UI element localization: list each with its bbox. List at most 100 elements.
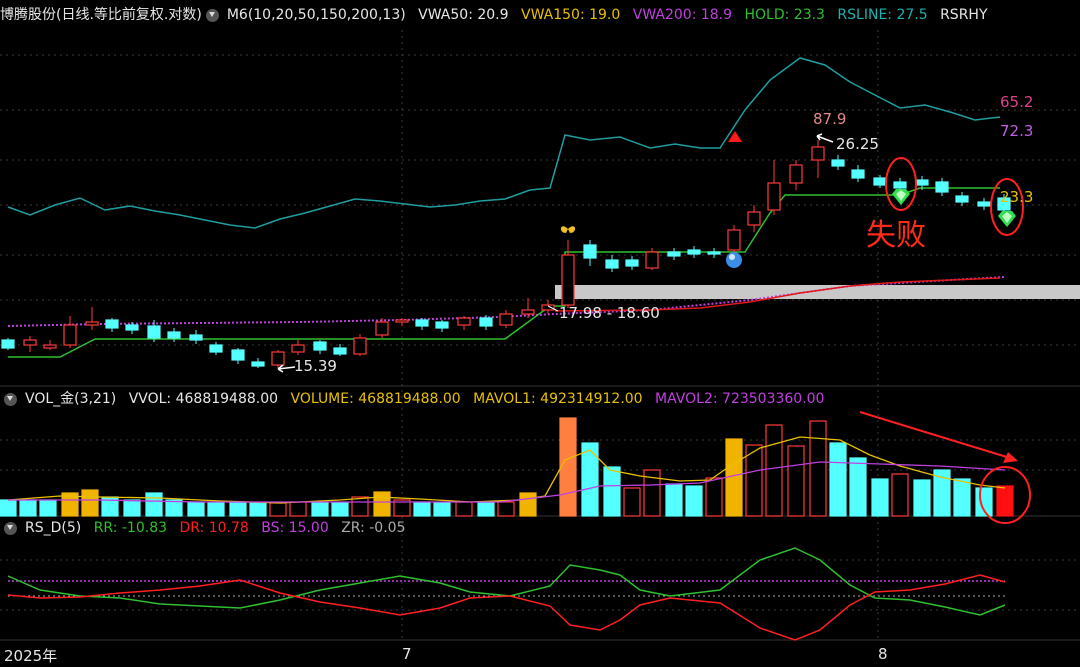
volume-bar <box>603 466 621 517</box>
candle <box>605 259 619 269</box>
volume-bar <box>891 473 909 517</box>
candle <box>831 159 845 167</box>
volume-bar <box>953 478 971 517</box>
volume-bar <box>996 485 1014 517</box>
green-gem-icon <box>998 211 1016 227</box>
volume-bar <box>765 424 783 517</box>
candle <box>727 229 741 251</box>
high-26-label: 26.25 <box>836 135 879 153</box>
candle <box>63 324 77 346</box>
right-65-label: 65.2 <box>1000 93 1034 111</box>
candle <box>667 251 681 257</box>
green-gem-icon <box>892 189 910 205</box>
candle <box>333 347 347 355</box>
candle <box>231 349 245 361</box>
right-72-label: 72.3 <box>1000 122 1034 140</box>
candle <box>977 201 991 207</box>
candle <box>767 182 781 211</box>
volume-bar <box>497 501 515 517</box>
candle <box>1 339 15 349</box>
volume-bar <box>351 496 369 517</box>
volume-bar <box>849 457 867 517</box>
candle <box>645 251 659 269</box>
candle <box>251 361 265 367</box>
volume-bar <box>311 502 329 517</box>
right-23-label: 23.3 <box>1000 188 1034 206</box>
volume-bar <box>269 502 287 517</box>
volume-bar <box>809 420 827 517</box>
volume-bar <box>913 479 931 517</box>
volume-bar <box>39 499 57 517</box>
candle <box>747 211 761 226</box>
candle <box>811 146 825 161</box>
candle <box>353 337 367 355</box>
arrow-icon <box>277 364 296 373</box>
blue-ball-icon <box>726 252 742 268</box>
candle <box>395 319 409 323</box>
candle <box>189 334 203 341</box>
x-axis-label-2025: 2025年 <box>4 647 58 665</box>
volume-bar <box>871 478 889 517</box>
candle <box>915 179 929 186</box>
candle <box>375 321 389 336</box>
volume-bar <box>787 445 805 517</box>
candle <box>43 344 57 349</box>
range-label: 17.98 - 18.60 <box>559 304 660 322</box>
trend-arrow <box>859 411 1011 459</box>
volume-bar <box>123 499 141 517</box>
candle <box>561 254 575 306</box>
candle <box>125 324 139 331</box>
candle <box>687 249 701 255</box>
candle <box>415 319 429 327</box>
arrow-icon <box>816 133 834 143</box>
volume-bar <box>665 483 683 517</box>
high-87-label: 87.9 <box>813 110 847 128</box>
candles-group <box>1 140 1011 368</box>
candle <box>291 344 305 353</box>
volume-bar <box>373 491 391 517</box>
candle <box>85 321 99 326</box>
volume-bar <box>145 492 163 517</box>
candle <box>167 331 181 339</box>
dr-series <box>7 574 1006 641</box>
candle <box>955 195 969 203</box>
volume-bar <box>289 501 307 517</box>
stock-chart[interactable] <box>0 0 1080 667</box>
volume-bar <box>477 502 495 517</box>
failure-annotation: 失败 <box>866 218 926 253</box>
volume-bar <box>81 489 99 517</box>
candle <box>851 169 865 179</box>
candle <box>435 321 449 329</box>
volume-bar <box>19 499 37 517</box>
grid-lines <box>0 30 1080 640</box>
candle <box>873 177 887 186</box>
volume-bar <box>0 499 17 517</box>
volume-bar <box>165 499 183 517</box>
volume-bar <box>623 487 641 517</box>
candle <box>541 304 555 311</box>
volume-bar <box>705 477 723 517</box>
candle <box>499 313 513 326</box>
volume-bar <box>413 501 431 517</box>
butterfly-icon <box>560 226 576 233</box>
volume-bar <box>829 442 847 517</box>
candle <box>707 251 721 255</box>
candle <box>105 319 119 329</box>
candle <box>147 325 161 339</box>
candle <box>457 317 471 326</box>
candle <box>789 164 803 184</box>
x-axis-label-8: 8 <box>878 645 888 663</box>
volume-bar <box>581 442 599 517</box>
volume-bar <box>685 485 703 517</box>
candle <box>271 351 285 366</box>
candle <box>935 181 949 193</box>
volume-bar <box>331 502 349 517</box>
candle <box>625 259 639 267</box>
candle <box>893 181 907 189</box>
candle <box>23 339 37 346</box>
low-price-label: 15.39 <box>294 357 337 375</box>
volume-bar <box>455 501 473 517</box>
support-band <box>555 285 1080 299</box>
candle <box>209 344 223 353</box>
volume-bar <box>187 501 205 517</box>
